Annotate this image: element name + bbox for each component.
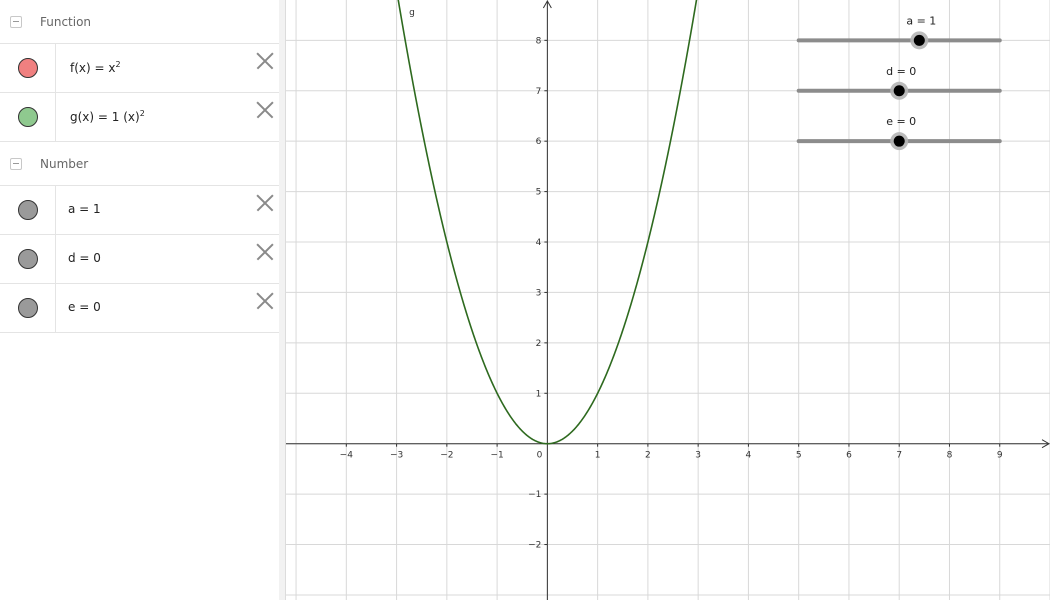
x-tick-label: 6 xyxy=(846,451,852,461)
x-tick-label: −1 xyxy=(490,451,503,461)
formula-d[interactable]: d = 0 xyxy=(68,251,101,265)
close-icon[interactable] xyxy=(256,101,274,119)
visibility-toggle-g[interactable] xyxy=(18,107,38,127)
graphics-view[interactable]: −4 −3 −2 −1 1 2 3 4 5 6 7 8 9 −2 −1 1 2 3 4 5 6 7 8 0 g a = 1 d … xyxy=(286,0,1050,600)
formula-e[interactable]: e = 0 xyxy=(68,300,101,314)
tick-labels: −4 −3 −2 −1 1 2 3 4 5 6 7 8 9 −2 −1 1 2 3 4 5 6 7 8 0 xyxy=(340,36,1003,550)
x-tick-label: 1 xyxy=(595,451,601,461)
graphics-canvas[interactable]: −4 −3 −2 −1 1 2 3 4 5 6 7 8 9 −2 −1 1 2 3 4 5 6 7 8 0 g a = 1 d … xyxy=(286,0,1050,600)
x-tick-label: −2 xyxy=(440,451,453,461)
close-icon[interactable] xyxy=(256,52,274,70)
x-tick-label: 2 xyxy=(645,451,651,461)
y-tick-label: 6 xyxy=(536,137,542,147)
slider-label: d = 0 xyxy=(886,65,916,78)
close-icon[interactable] xyxy=(256,194,274,212)
x-tick-label: 8 xyxy=(947,451,953,461)
collapse-icon[interactable] xyxy=(10,158,22,170)
formula-a[interactable]: a = 1 xyxy=(68,202,101,216)
origin-label: 0 xyxy=(537,451,543,461)
x-tick-label: 7 xyxy=(896,451,902,461)
function-group-header[interactable]: Function xyxy=(0,0,279,44)
number-group-header[interactable]: Number xyxy=(0,142,279,186)
visibility-toggle-d[interactable] xyxy=(18,249,38,269)
slider-knob[interactable] xyxy=(893,85,905,97)
x-tick-label: 4 xyxy=(746,451,752,461)
x-tick-label: 3 xyxy=(695,451,701,461)
algebra-panel: Function f(x) = x2 g(x) = 1 (x)2 Number … xyxy=(0,0,280,600)
x-tick-label: −3 xyxy=(390,451,403,461)
x-tick-label: 5 xyxy=(796,451,802,461)
x-tick-label: −4 xyxy=(340,451,354,461)
y-tick-label: 2 xyxy=(536,339,542,349)
panel-divider[interactable] xyxy=(279,0,286,600)
slider-knob[interactable] xyxy=(893,135,905,147)
algebra-row-a[interactable]: a = 1 xyxy=(0,186,279,235)
group-title-function: Function xyxy=(40,15,92,29)
formula-f[interactable]: f(x) = x2 xyxy=(70,60,121,75)
slider-label: a = 1 xyxy=(906,14,936,27)
y-tick-label: 7 xyxy=(536,87,542,97)
slider-knob[interactable] xyxy=(913,34,925,46)
y-tick-label: 5 xyxy=(536,188,542,198)
y-tick-label: 4 xyxy=(536,238,542,248)
geogebra-app: Function f(x) = x2 g(x) = 1 (x)2 Number … xyxy=(0,0,1050,600)
visibility-toggle-f[interactable] xyxy=(18,58,38,78)
group-title-number: Number xyxy=(40,157,89,171)
algebra-row-f[interactable]: f(x) = x2 xyxy=(0,44,279,93)
algebra-row-g[interactable]: g(x) = 1 (x)2 xyxy=(0,93,279,142)
visibility-toggle-e[interactable] xyxy=(18,298,38,318)
algebra-row-e[interactable]: e = 0 xyxy=(0,284,279,333)
y-tick-label: 8 xyxy=(536,36,542,46)
y-tick-label: −1 xyxy=(528,490,541,500)
close-icon[interactable] xyxy=(256,292,274,310)
algebra-row-d[interactable]: d = 0 xyxy=(0,235,279,284)
formula-g[interactable]: g(x) = 1 (x)2 xyxy=(70,109,145,124)
curve-label-g[interactable]: g xyxy=(409,8,415,18)
y-tick-label: −2 xyxy=(528,541,541,551)
close-icon[interactable] xyxy=(256,243,274,261)
y-tick-label: 1 xyxy=(536,389,542,399)
visibility-toggle-a[interactable] xyxy=(18,200,38,220)
y-tick-label: 3 xyxy=(536,288,542,298)
x-tick-label: 9 xyxy=(997,451,1003,461)
collapse-icon[interactable] xyxy=(10,16,22,28)
slider-label: e = 0 xyxy=(886,115,916,128)
